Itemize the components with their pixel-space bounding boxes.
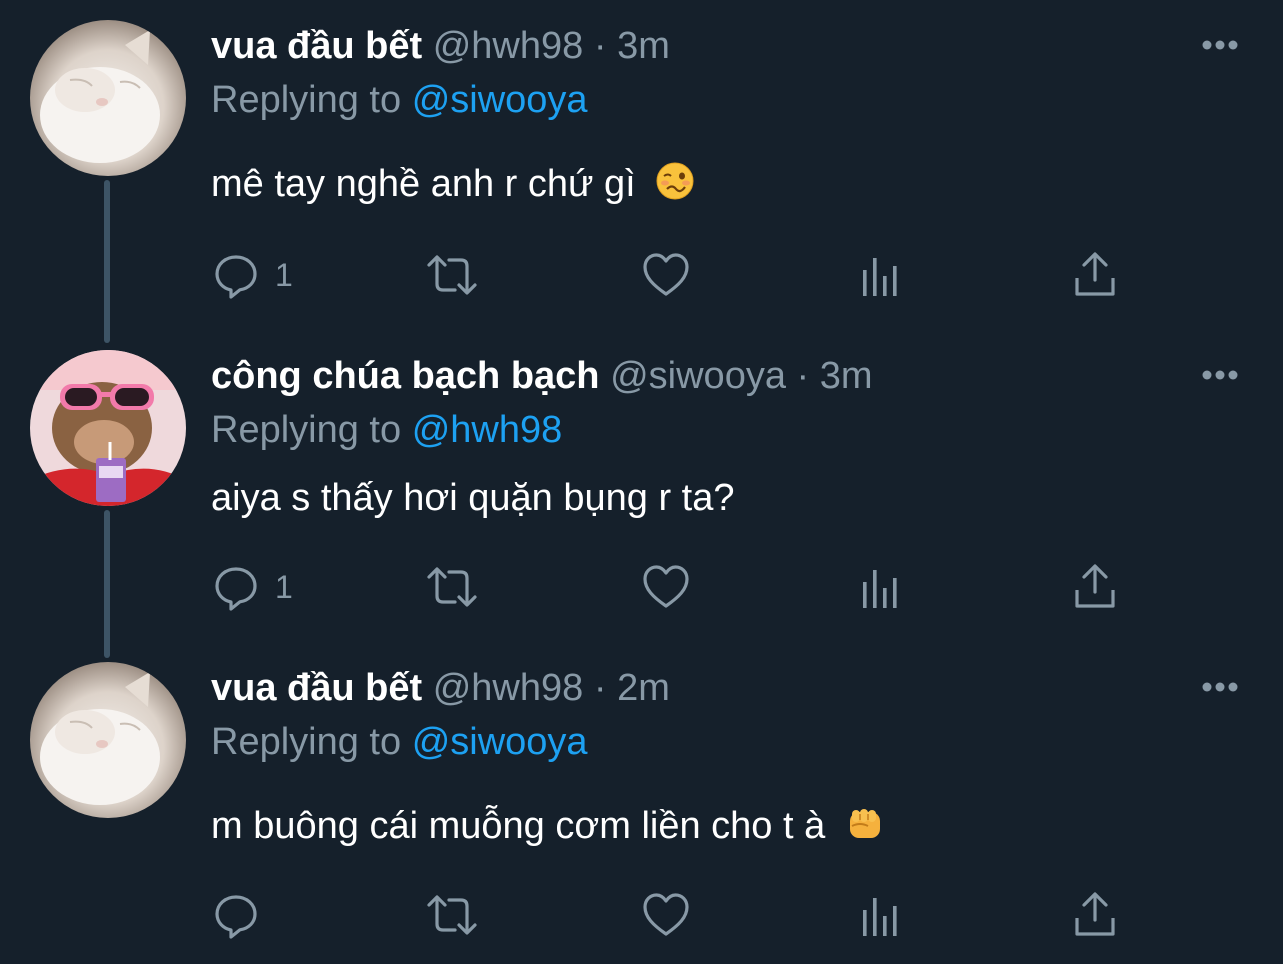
reply-button[interactable]: 1 [211, 562, 293, 612]
user-handle[interactable]: @hwh98 [433, 667, 584, 709]
retweet-button[interactable] [425, 250, 479, 300]
separator-dot: · [593, 667, 607, 709]
white-cat-avatar [30, 662, 186, 818]
replying-to: Replying to @siwooya [211, 74, 588, 126]
reply-count: 1 [275, 256, 293, 293]
like-icon [643, 893, 689, 936]
replying-prefix: Replying to [211, 409, 402, 451]
tweet-actions [211, 890, 1141, 940]
tweet[interactable]: vua đầu bết @hwh98 · 2m Replying to @siw… [0, 662, 1283, 962]
analytics-icon [863, 258, 897, 296]
reply-button[interactable]: 1 [211, 250, 293, 300]
oncoming-fist-emoji [849, 809, 880, 838]
user-handle[interactable]: @siwooya [610, 355, 786, 397]
monkey-sunglasses-avatar [30, 350, 186, 506]
timestamp[interactable]: 2m [617, 667, 670, 709]
tweet-text: aiya s thấy hơi quặn bụng r ta? [211, 472, 734, 524]
more-options-icon[interactable] [1200, 676, 1240, 698]
more-options-icon[interactable] [1200, 364, 1240, 386]
reply-icon [215, 895, 257, 939]
tweet-header: vua đầu bết @hwh98 · 2m [211, 662, 670, 714]
timestamp[interactable]: 3m [820, 355, 873, 397]
retweet-button[interactable] [425, 562, 479, 612]
tweet-text: mê tay nghề anh r chứ gì [211, 158, 694, 210]
analytics-icon [863, 570, 897, 608]
timestamp[interactable]: 3m [617, 25, 670, 67]
analytics-button[interactable] [859, 890, 903, 940]
retweet-button[interactable] [425, 890, 479, 940]
white-cat-avatar [30, 20, 186, 176]
replying-prefix: Replying to [211, 721, 402, 763]
reply-count: 1 [275, 568, 293, 605]
woozy-face-emoji [656, 162, 694, 200]
separator-dot: · [593, 25, 607, 67]
share-button[interactable] [1073, 890, 1117, 940]
analytics-button[interactable] [859, 562, 903, 612]
reply-icon [215, 255, 257, 299]
tweet[interactable]: vua đầu bết @hwh98 · 3m Replying to @siw… [0, 20, 1283, 320]
tweet-text: m buông cái muỗng cơm liền cho t à [211, 800, 884, 852]
display-name[interactable]: công chúa bạch bạch [211, 355, 600, 397]
more-options-icon[interactable] [1200, 34, 1240, 56]
tweet-actions: 1 [211, 250, 1141, 300]
retweet-icon [427, 567, 477, 607]
analytics-button[interactable] [859, 250, 903, 300]
retweet-icon [427, 895, 477, 935]
like-button[interactable] [641, 250, 691, 300]
share-icon [1075, 564, 1115, 608]
share-icon [1075, 252, 1115, 296]
tweet[interactable]: công chúa bạch bạch @siwooya · 3m Replyi… [0, 350, 1283, 650]
tweet-text-content: m buông cái muỗng cơm liền cho t à [211, 805, 826, 847]
analytics-icon [863, 898, 897, 936]
tweet-header: vua đầu bết @hwh98 · 3m [211, 20, 670, 72]
retweet-icon [427, 255, 477, 295]
avatar[interactable] [30, 20, 186, 176]
avatar[interactable] [30, 350, 186, 506]
like-button[interactable] [641, 890, 691, 940]
mention-link[interactable]: @hwh98 [412, 409, 563, 451]
reply-icon [215, 567, 257, 611]
reply-button[interactable] [211, 890, 275, 940]
tweet-text-content: aiya s thấy hơi quặn bụng r ta? [211, 477, 735, 519]
tweet-text-content: mê tay nghề anh r chứ gì [211, 163, 636, 205]
share-button[interactable] [1073, 250, 1117, 300]
tweet-actions: 1 [211, 562, 1141, 612]
display-name[interactable]: vua đầu bết [211, 667, 422, 709]
display-name[interactable]: vua đầu bết [211, 25, 422, 67]
like-icon [643, 565, 689, 608]
separator-dot: · [796, 355, 810, 397]
replying-prefix: Replying to [211, 79, 402, 121]
like-button[interactable] [641, 562, 691, 612]
mention-link[interactable]: @siwooya [412, 721, 588, 763]
like-icon [643, 253, 689, 296]
replying-to: Replying to @hwh98 [211, 404, 562, 456]
share-button[interactable] [1073, 562, 1117, 612]
mention-link[interactable]: @siwooya [412, 79, 588, 121]
avatar[interactable] [30, 662, 186, 818]
user-handle[interactable]: @hwh98 [433, 25, 584, 67]
share-icon [1075, 892, 1115, 936]
tweet-header: công chúa bạch bạch @siwooya · 3m [211, 350, 873, 402]
replying-to: Replying to @siwooya [211, 716, 588, 768]
